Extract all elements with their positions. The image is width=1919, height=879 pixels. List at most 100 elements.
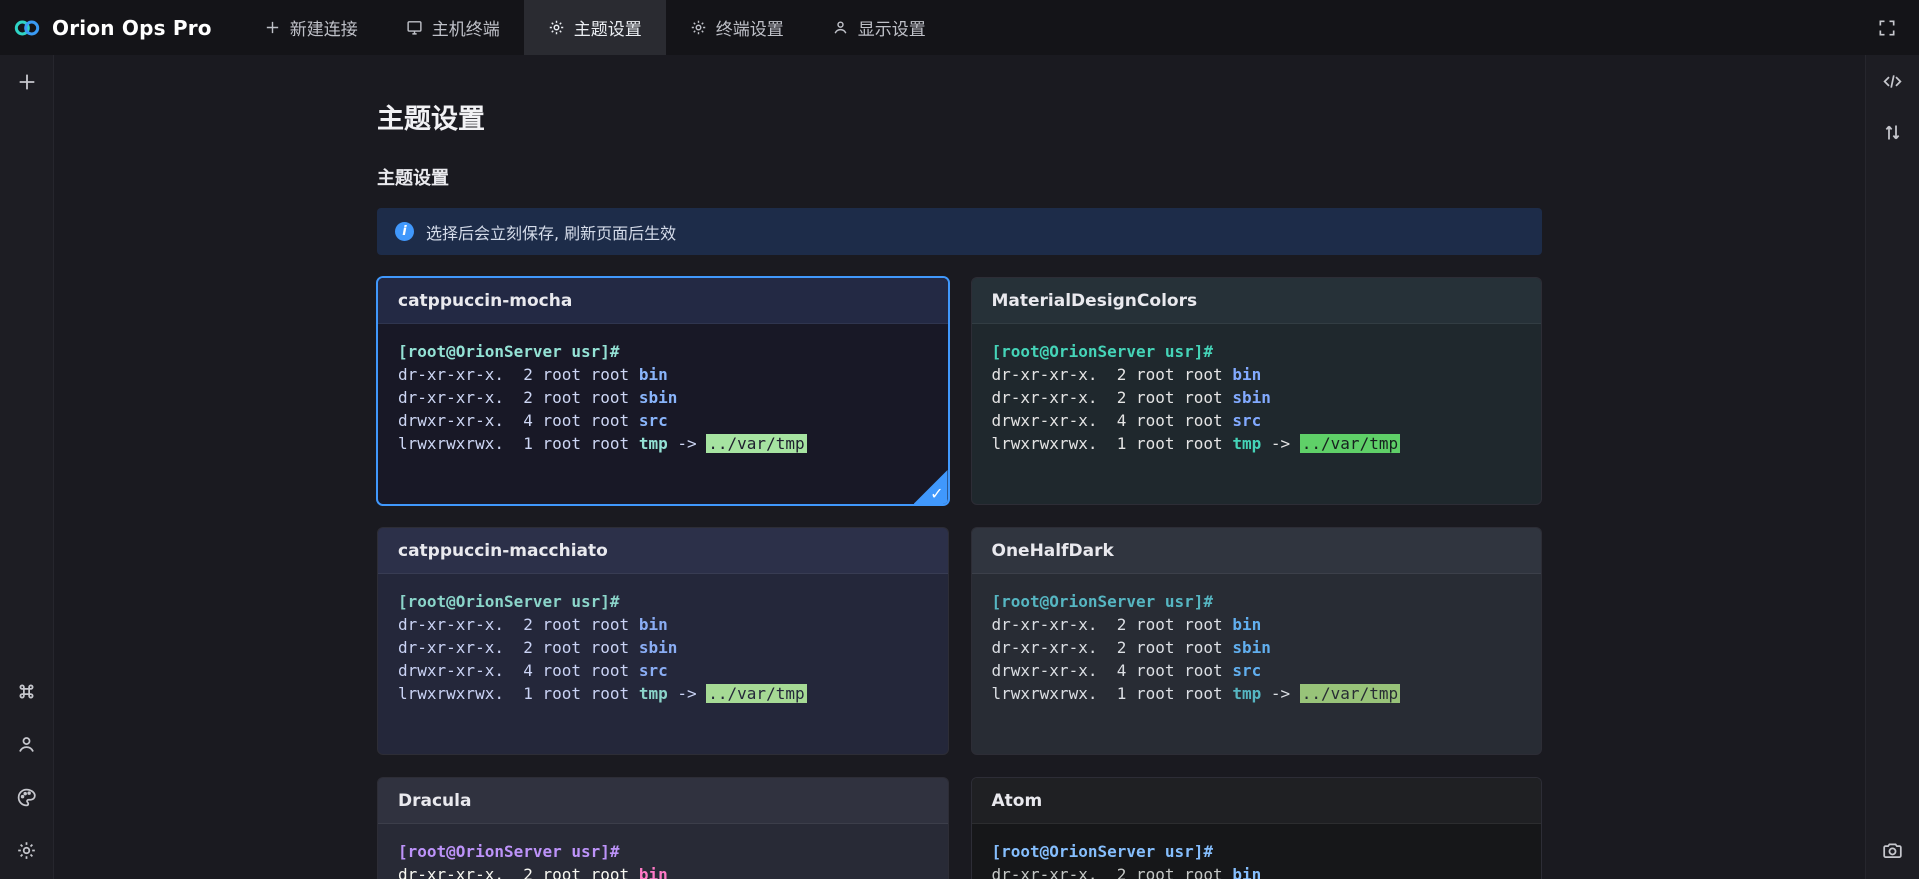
- terminal-line: dr-xr-xr-x. 2 root root bin: [398, 863, 928, 879]
- link-target: ../var/tmp: [1300, 684, 1400, 703]
- terminal-line: dr-xr-xr-x. 2 root root bin: [398, 613, 928, 636]
- app-title: Orion Ops Pro: [52, 16, 212, 40]
- terminal-line: dr-xr-xr-x. 2 root root sbin: [992, 636, 1522, 659]
- theme-card-header: MaterialDesignColors: [972, 278, 1542, 324]
- gear-icon: [548, 19, 565, 36]
- terminal-line: dr-xr-xr-x. 2 root root sbin: [992, 386, 1522, 409]
- theme-card-header: Dracula: [378, 778, 948, 824]
- terminal-preview: [root@OrionServer usr]# dr-xr-xr-x. 2 ro…: [972, 824, 1542, 879]
- dir-name: bin: [639, 865, 668, 879]
- terminal-text: drwxr-xr-x. 4 root root: [992, 411, 1233, 430]
- theme-card[interactable]: OneHalfDark [root@OrionServer usr]# dr-x…: [971, 527, 1543, 755]
- nav-item-display-settings[interactable]: 显示设置: [808, 0, 950, 55]
- theme-card[interactable]: catppuccin-macchiato [root@OrionServer u…: [377, 527, 949, 755]
- main-content: 主题设置 主题设置 i 选择后会立刻保存, 刷新页面后生效 catppuccin…: [54, 55, 1865, 879]
- terminal-text: drwxr-xr-x. 4 root root: [992, 661, 1233, 680]
- dir-name: src: [1232, 411, 1261, 430]
- selected-corner: ✓: [914, 470, 948, 504]
- nav-item-host-terminal[interactable]: 主机终端: [382, 0, 524, 55]
- link-name: tmp: [1232, 684, 1261, 703]
- terminal-text: dr-xr-xr-x. 2 root root: [992, 865, 1233, 879]
- terminal-prompt: [root@OrionServer usr]#: [398, 590, 928, 613]
- theme-card-title: catppuccin-mocha: [398, 291, 572, 311]
- app-logo-icon: [12, 13, 42, 43]
- terminal-line: dr-xr-xr-x. 2 root root bin: [992, 863, 1522, 879]
- terminal-line: dr-xr-xr-x. 2 root root sbin: [398, 386, 928, 409]
- terminal-prompt: [root@OrionServer usr]#: [992, 340, 1522, 363]
- terminal-line: drwxr-xr-x. 4 root root src: [398, 409, 928, 432]
- page-title: 主题设置: [377, 97, 1542, 136]
- link-target: ../var/tmp: [1300, 434, 1400, 453]
- info-icon: i: [395, 222, 414, 241]
- terminal-text: dr-xr-xr-x. 2 root root: [992, 638, 1233, 657]
- terminal-line: lrwxrwxrwx. 1 root root tmp -> ../var/tm…: [398, 432, 928, 455]
- dir-name: src: [1232, 661, 1261, 680]
- right-sidebar-top: [1882, 55, 1903, 143]
- dir-name: sbin: [639, 388, 678, 407]
- terminal-prompt: [root@OrionServer usr]#: [398, 840, 928, 863]
- gear-icon[interactable]: [16, 840, 37, 861]
- content-column: 主题设置 主题设置 i 选择后会立刻保存, 刷新页面后生效 catppuccin…: [377, 55, 1542, 879]
- terminal-prompt: [root@OrionServer usr]#: [992, 840, 1522, 863]
- theme-card-header: catppuccin-macchiato: [378, 528, 948, 574]
- terminal-preview: [root@OrionServer usr]# dr-xr-xr-x. 2 ro…: [378, 574, 948, 721]
- terminal-preview: [root@OrionServer usr]# dr-xr-xr-x. 2 ro…: [378, 824, 948, 879]
- theme-card[interactable]: Atom [root@OrionServer usr]# dr-xr-xr-x.…: [971, 777, 1543, 879]
- fullscreen-button[interactable]: [1877, 18, 1897, 38]
- dir-name: sbin: [639, 638, 678, 657]
- terminal-text: ->: [1261, 434, 1300, 453]
- theme-card-title: Dracula: [398, 791, 471, 811]
- sort-icon[interactable]: [1882, 122, 1903, 143]
- terminal-text: ->: [668, 434, 707, 453]
- link-target: ../var/tmp: [706, 434, 806, 453]
- terminal-preview: [root@OrionServer usr]# dr-xr-xr-x. 2 ro…: [378, 324, 948, 471]
- terminal-text: drwxr-xr-x. 4 root root: [398, 661, 639, 680]
- link-name: tmp: [1232, 434, 1261, 453]
- dir-name: bin: [639, 615, 668, 634]
- terminal-line: drwxr-xr-x. 4 root root src: [398, 659, 928, 682]
- theme-card-title: Atom: [992, 791, 1043, 811]
- terminal-line: lrwxrwxrwx. 1 root root tmp -> ../var/tm…: [992, 682, 1522, 705]
- terminal-line: dr-xr-xr-x. 2 root root sbin: [398, 636, 928, 659]
- terminal-text: ->: [668, 684, 707, 703]
- terminal-prompt: [root@OrionServer usr]#: [992, 590, 1522, 613]
- camera-icon[interactable]: [1882, 840, 1903, 861]
- theme-card-header: Atom: [972, 778, 1542, 824]
- terminal-text: dr-xr-xr-x. 2 root root: [398, 638, 639, 657]
- alert-text: 选择后会立刻保存, 刷新页面后生效: [426, 220, 676, 244]
- theme-card-title: OneHalfDark: [992, 541, 1114, 561]
- right-sidebar: [1865, 55, 1919, 879]
- terminal-line: drwxr-xr-x. 4 root root src: [992, 409, 1522, 432]
- user-icon: [832, 19, 849, 36]
- nav-item-label: 终端设置: [716, 15, 784, 40]
- terminal-line: dr-xr-xr-x. 2 root root bin: [992, 613, 1522, 636]
- code-icon[interactable]: [1882, 71, 1903, 92]
- terminal-text: lrwxrwxrwx. 1 root root: [992, 434, 1233, 453]
- plus-icon: [264, 19, 281, 36]
- nav-item-terminal-settings[interactable]: 终端设置: [666, 0, 808, 55]
- terminal-text: dr-xr-xr-x. 2 root root: [398, 365, 639, 384]
- terminal-preview: [root@OrionServer usr]# dr-xr-xr-x. 2 ro…: [972, 324, 1542, 471]
- terminal-text: dr-xr-xr-x. 2 root root: [992, 365, 1233, 384]
- theme-card[interactable]: Dracula [root@OrionServer usr]# dr-xr-xr…: [377, 777, 949, 879]
- palette-icon[interactable]: [16, 787, 37, 808]
- dir-name: sbin: [1232, 638, 1271, 657]
- left-sidebar: [0, 55, 54, 879]
- terminal-line: dr-xr-xr-x. 2 root root bin: [398, 363, 928, 386]
- nav-item-label: 新建连接: [290, 15, 358, 40]
- dir-name: src: [639, 661, 668, 680]
- top-navbar: Orion Ops Pro 新建连接 主机终端 主题设置 终端设置: [0, 0, 1919, 55]
- terminal-text: drwxr-xr-x. 4 root root: [398, 411, 639, 430]
- terminal-text: dr-xr-xr-x. 2 root root: [992, 615, 1233, 634]
- topbar-right: [1877, 0, 1919, 55]
- monitor-icon: [406, 19, 423, 36]
- theme-card-header: catppuccin-mocha: [378, 278, 948, 324]
- dir-name: bin: [1232, 365, 1261, 384]
- user-icon[interactable]: [16, 734, 37, 755]
- nav-item-new-connection[interactable]: 新建连接: [240, 0, 382, 55]
- command-icon[interactable]: [16, 681, 37, 702]
- add-button[interactable]: [16, 71, 38, 93]
- nav-item-theme-settings[interactable]: 主题设置: [524, 0, 666, 55]
- theme-card[interactable]: MaterialDesignColors [root@OrionServer u…: [971, 277, 1543, 505]
- theme-card[interactable]: catppuccin-mocha [root@OrionServer usr]#…: [377, 277, 949, 505]
